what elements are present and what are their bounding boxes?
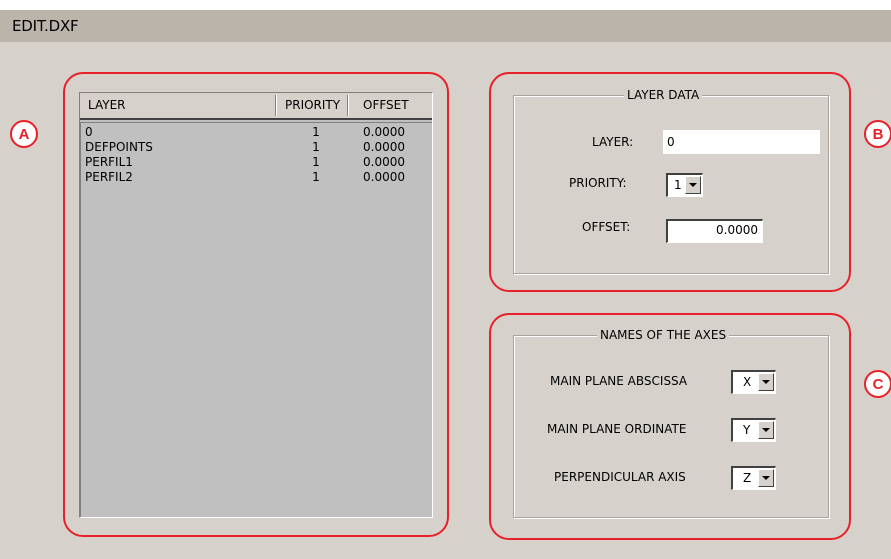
layer-row[interactable]: 0 1 0.0000 bbox=[81, 125, 431, 140]
abscissa-select[interactable]: X bbox=[731, 370, 776, 394]
annotation-badge-b: B bbox=[864, 120, 891, 148]
window-title: EDIT.DXF bbox=[12, 17, 79, 35]
layer-name-cell: PERFIL1 bbox=[85, 155, 133, 169]
annotation-badge-a: A bbox=[10, 120, 38, 148]
layer-list-body[interactable]: 0 1 0.0000 DEFPOINTS 1 0.0000 PERFIL1 1 … bbox=[80, 122, 432, 517]
offset-cell: 0.0000 bbox=[363, 170, 405, 184]
priority-cell: 1 bbox=[312, 155, 320, 169]
layer-row[interactable]: PERFIL2 1 0.0000 bbox=[81, 170, 431, 185]
column-divider[interactable] bbox=[275, 95, 277, 116]
layer-row[interactable]: DEFPOINTS 1 0.0000 bbox=[81, 140, 431, 155]
layer-row[interactable]: PERFIL1 1 0.0000 bbox=[81, 155, 431, 170]
column-header-priority[interactable]: PRIORITY bbox=[285, 93, 340, 118]
priority-cell: 1 bbox=[312, 125, 320, 139]
layer-name-cell: 0 bbox=[85, 125, 93, 139]
title-bar: EDIT.DXF bbox=[0, 10, 891, 42]
layer-name-cell: PERFIL2 bbox=[85, 170, 133, 184]
chevron-down-icon[interactable] bbox=[758, 469, 774, 487]
perpendicular-select-value: Z bbox=[743, 471, 752, 485]
priority-select[interactable]: 1 bbox=[666, 173, 703, 197]
priority-select-value: 1 bbox=[674, 178, 682, 192]
priority-field-label: PRIORITY: bbox=[569, 176, 627, 190]
perpendicular-select[interactable]: Z bbox=[731, 466, 776, 490]
offset-cell: 0.0000 bbox=[363, 140, 405, 154]
column-divider[interactable] bbox=[347, 95, 349, 116]
priority-cell: 1 bbox=[312, 140, 320, 154]
abscissa-select-value: X bbox=[743, 375, 752, 389]
abscissa-label: MAIN PLANE ABSCISSA bbox=[550, 374, 688, 388]
priority-cell: 1 bbox=[312, 170, 320, 184]
column-header-offset[interactable]: OFFSET bbox=[363, 93, 409, 118]
layer-name-input[interactable]: 0 bbox=[663, 130, 820, 154]
axes-title: NAMES OF THE AXES bbox=[597, 328, 730, 342]
offset-cell: 0.0000 bbox=[363, 155, 405, 169]
layer-data-title: LAYER DATA bbox=[624, 88, 703, 102]
ordinate-label: MAIN PLANE ORDINATE bbox=[547, 422, 687, 436]
offset-field-label: OFFSET: bbox=[582, 220, 631, 234]
layer-list-header: LAYER PRIORITY OFFSET bbox=[80, 93, 432, 120]
chevron-down-icon[interactable] bbox=[758, 421, 774, 439]
ordinate-select[interactable]: Y bbox=[731, 418, 776, 442]
ordinate-select-value: Y bbox=[743, 423, 751, 437]
chevron-down-icon[interactable] bbox=[758, 373, 774, 391]
annotation-badge-c: C bbox=[864, 370, 891, 398]
layer-list[interactable]: LAYER PRIORITY OFFSET 0 1 0.0000 DEFPOIN… bbox=[79, 92, 433, 518]
offset-input[interactable]: 0.0000 bbox=[666, 219, 763, 243]
offset-cell: 0.0000 bbox=[363, 125, 405, 139]
layer-field-label: LAYER: bbox=[592, 135, 634, 149]
column-header-layer[interactable]: LAYER bbox=[88, 93, 126, 118]
perpendicular-label: PERPENDICULAR AXIS bbox=[554, 470, 686, 484]
chevron-down-icon[interactable] bbox=[685, 176, 701, 194]
layer-name-cell: DEFPOINTS bbox=[85, 140, 153, 154]
